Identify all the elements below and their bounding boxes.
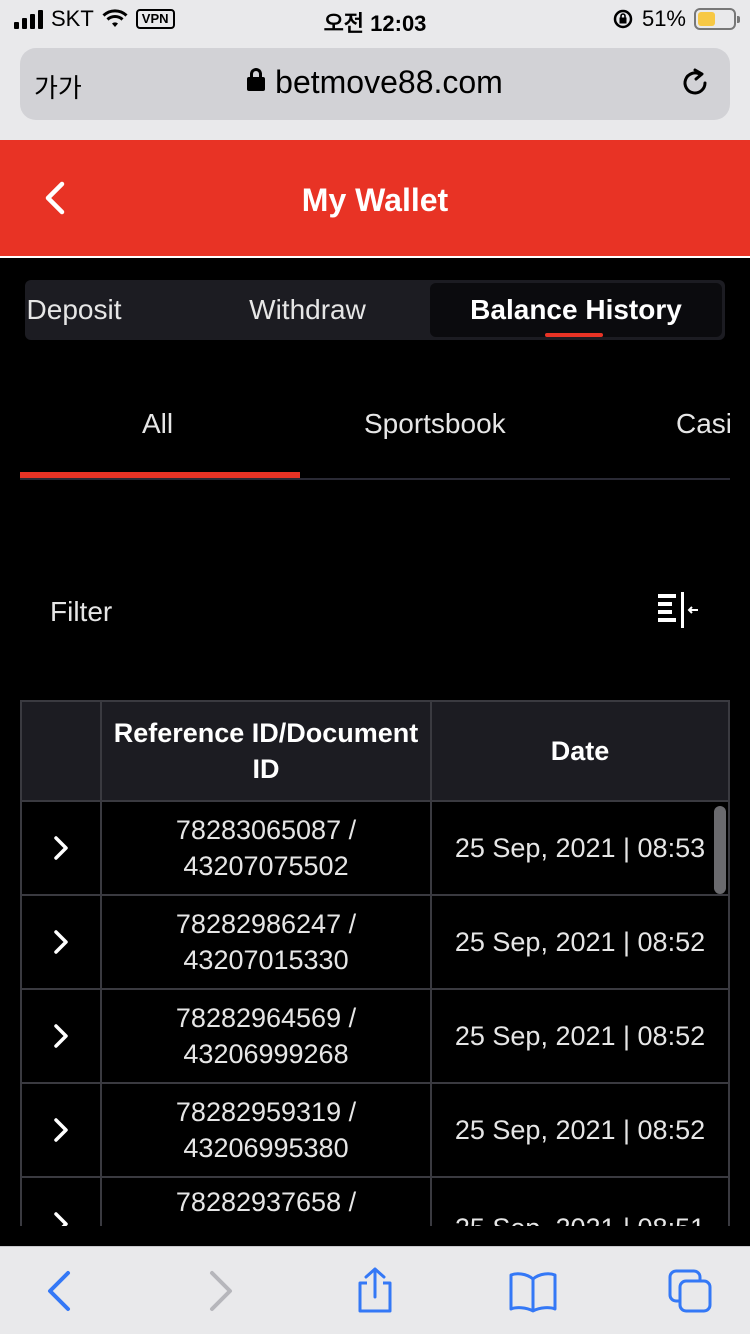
reference-cell: 78282964569 / 43206999268: [102, 990, 432, 1082]
url-text: betmove88.com: [275, 64, 503, 100]
table-row[interactable]: 78282959319 / 43206995380 25 Sep, 2021 |…: [22, 1084, 728, 1178]
tab-withdraw[interactable]: Withdraw: [220, 280, 395, 340]
chevron-right-icon[interactable]: [51, 929, 71, 955]
date-cell: 25 Sep, 2021 | 08:52: [454, 927, 706, 957]
tabs-icon[interactable]: [666, 1267, 716, 1315]
address-bar[interactable]: 가가 betmove88.com: [20, 48, 730, 120]
category-tab-all[interactable]: All: [142, 408, 173, 440]
reference-cell: 78282986247 / 43207015330: [102, 896, 432, 988]
url-display[interactable]: betmove88.com: [20, 64, 730, 101]
battery-percent: 51%: [641, 6, 686, 31]
table-scrollbar[interactable]: [714, 806, 726, 894]
share-icon[interactable]: [350, 1267, 400, 1315]
tab-deposit[interactable]: Deposit: [25, 280, 149, 340]
tab-balance-history[interactable]: Balance History: [430, 283, 722, 337]
date-cell: 25 Sep, 2021 | 08:51: [432, 1178, 728, 1226]
reference-cell: 78282959319 / 43206995380: [102, 1084, 432, 1176]
status-bar: SKT VPN 오전 12:03 51%: [0, 0, 750, 40]
category-tab-casino[interactable]: Casi: [676, 408, 730, 440]
rotation-lock-icon: [613, 9, 633, 29]
date-cell: 25 Sep, 2021 | 08:52: [454, 1021, 706, 1051]
chevron-right-icon[interactable]: [51, 1023, 71, 1049]
table-row[interactable]: 78282937658 / 25 Sep, 2021 | 08:51: [22, 1178, 728, 1226]
table-header: Reference ID/Document ID Date: [22, 700, 728, 802]
balance-history-table: Reference ID/Document ID Date 7828306508…: [20, 700, 730, 1226]
reload-icon[interactable]: [678, 66, 712, 100]
table-row[interactable]: 78282986247 / 43207015330 25 Sep, 2021 |…: [22, 896, 728, 990]
date-cell: 25 Sep, 2021 | 08:52: [454, 1115, 706, 1145]
date-cell: 25 Sep, 2021 | 08:53: [454, 833, 706, 863]
reference-column-header: Reference ID/Document ID: [102, 702, 432, 800]
reference-cell: 78283065087 / 43207075502: [102, 802, 432, 894]
filter-toggle-icon[interactable]: [656, 592, 700, 628]
reference-cell: 78282937658 /: [102, 1178, 432, 1226]
browser-forward-icon: [210, 1271, 232, 1311]
expand-column-header: [22, 702, 102, 800]
chevron-right-icon[interactable]: [51, 1211, 71, 1226]
bookmarks-icon[interactable]: [508, 1267, 558, 1315]
page-header: My Wallet: [0, 140, 750, 258]
category-tabs: All Sportsbook Casi: [20, 380, 730, 480]
chevron-right-icon[interactable]: [51, 1117, 71, 1143]
category-tab-sportsbook[interactable]: Sportsbook: [364, 408, 506, 440]
filter-label: Filter: [50, 596, 113, 627]
wallet-tabs: Deposit Withdraw Balance History: [25, 280, 725, 340]
active-category-indicator: [20, 472, 300, 478]
table-row[interactable]: 78283065087 / 43207075502 25 Sep, 2021 |…: [22, 802, 728, 896]
chevron-right-icon[interactable]: [51, 835, 71, 861]
active-tab-underline: [545, 333, 603, 337]
date-column-header: Date: [550, 736, 610, 766]
battery-icon: [694, 8, 740, 30]
table-row[interactable]: 78282964569 / 43206999268 25 Sep, 2021 |…: [22, 990, 728, 1084]
tab-balance-history-label: Balance History: [470, 294, 682, 325]
browser-back-icon[interactable]: [36, 1267, 86, 1315]
page-title: My Wallet: [301, 182, 449, 218]
browser-bar: 가가 betmove88.com: [0, 40, 750, 140]
browser-toolbar: [0, 1246, 750, 1334]
lock-icon: [247, 68, 266, 91]
